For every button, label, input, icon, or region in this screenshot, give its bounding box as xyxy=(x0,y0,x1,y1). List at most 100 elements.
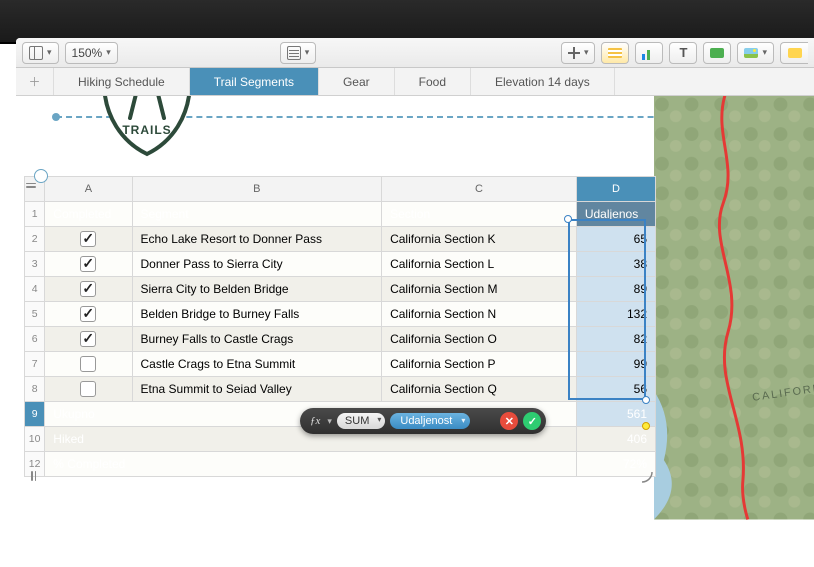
argument-chip[interactable]: Udaljenost xyxy=(390,413,470,429)
cell-section[interactable]: California Section N xyxy=(382,302,577,327)
text-button[interactable]: T xyxy=(669,42,697,64)
col-header-d[interactable]: D xyxy=(576,177,655,202)
cell-segment[interactable]: Burney Falls to Castle Crags xyxy=(132,327,382,352)
cell-section[interactable]: California Section O xyxy=(382,327,577,352)
column-header-row: A B C D xyxy=(25,177,656,202)
summary-value[interactable]: 561 xyxy=(576,402,655,427)
cell-segment[interactable]: Sierra City to Belden Bridge xyxy=(132,277,382,302)
cell-distance[interactable]: 56 xyxy=(576,377,655,402)
checkbox[interactable] xyxy=(80,306,96,322)
table-button[interactable] xyxy=(601,42,629,64)
table-row: 2 Echo Lake Resort to Donner PassCaliforn… xyxy=(25,227,656,252)
fx-icon: ƒx xyxy=(310,415,322,427)
sheet-tab-trail-segments[interactable]: Trail Segments xyxy=(190,68,319,95)
header-row: 1 Completed Segment Section Udaljenos xyxy=(25,202,656,227)
formula-editor[interactable]: ƒx▾ SUM Udaljenost ✕ ✓ xyxy=(300,408,546,434)
summary-row: 12% Completed72% xyxy=(25,452,656,477)
cell-distance[interactable]: 82 xyxy=(576,327,655,352)
row-num[interactable]: 10 xyxy=(25,427,45,452)
row-num[interactable]: 7 xyxy=(25,352,45,377)
checkbox[interactable] xyxy=(80,356,96,372)
checkbox[interactable] xyxy=(80,256,96,272)
sheet-tab-hiking-schedule[interactable]: Hiking Schedule xyxy=(54,68,190,95)
col-add-handle[interactable] xyxy=(24,178,38,192)
insert-button[interactable]: ▾ xyxy=(561,42,596,64)
cell-completed[interactable] xyxy=(45,377,132,402)
header-segment: Segment xyxy=(132,202,382,227)
cell-completed[interactable] xyxy=(45,327,132,352)
col-header-a[interactable]: A xyxy=(45,177,132,202)
row-add-handle[interactable] xyxy=(27,469,41,483)
header-section: Section xyxy=(382,202,577,227)
cell-distance[interactable]: 132 xyxy=(576,302,655,327)
cell-distance[interactable]: 89 xyxy=(576,277,655,302)
checkbox[interactable] xyxy=(80,281,96,297)
map-california: CALIFORNIA xyxy=(654,96,814,522)
cell-section[interactable]: California Section Q xyxy=(382,377,577,402)
ruler-origin-dot[interactable] xyxy=(52,113,60,121)
add-sheet-button[interactable]: ＋ xyxy=(16,68,54,95)
shape-button[interactable] xyxy=(703,42,731,64)
sheet-tab-gear[interactable]: Gear xyxy=(319,68,395,95)
table-row: 5 Belden Bridge to Burney FallsCalifornia… xyxy=(25,302,656,327)
header-distance: Udaljenos xyxy=(576,202,655,227)
cell-segment[interactable]: Belden Bridge to Burney Falls xyxy=(132,302,382,327)
cell-completed[interactable] xyxy=(45,252,132,277)
formula-accept-button[interactable]: ✓ xyxy=(523,412,541,430)
row-num[interactable]: 3 xyxy=(25,252,45,277)
toolbar: ▾ 150%▾ ▾ ▾ T ▾ xyxy=(16,38,814,68)
cell-completed[interactable] xyxy=(45,277,132,302)
row-num[interactable]: 8 xyxy=(25,377,45,402)
media-button[interactable]: ▾ xyxy=(737,42,774,64)
summary-value[interactable]: 406 xyxy=(576,427,655,452)
cell-segment[interactable]: Echo Lake Resort to Donner Pass xyxy=(132,227,382,252)
view-mode-button[interactable]: ▾ xyxy=(22,42,59,64)
svg-text:TRAILS: TRAILS xyxy=(122,123,171,137)
sheet-tab-elevation[interactable]: Elevation 14 days xyxy=(471,68,615,95)
summary-label[interactable]: % Completed xyxy=(45,452,577,477)
checkbox[interactable] xyxy=(80,231,96,247)
spreadsheet: A B C D 1 Completed Segment Section Udal… xyxy=(24,176,656,477)
col-header-c[interactable]: C xyxy=(382,177,577,202)
cell-distance[interactable]: 99 xyxy=(576,352,655,377)
row-num[interactable]: 6 xyxy=(25,327,45,352)
chart-button[interactable] xyxy=(635,42,663,64)
cell-distance[interactable]: 38 xyxy=(576,252,655,277)
cell-completed[interactable] xyxy=(45,352,132,377)
col-header-b[interactable]: B xyxy=(132,177,382,202)
table-resize-handle[interactable] xyxy=(640,470,654,484)
table-row: 6 Burney Falls to Castle CragsCalifornia … xyxy=(25,327,656,352)
row-num[interactable]: 5 xyxy=(25,302,45,327)
sheet-tab-food[interactable]: Food xyxy=(395,68,471,95)
trails-logo: TRAILS xyxy=(92,96,202,160)
row-num[interactable]: 1 xyxy=(25,202,45,227)
row-num[interactable]: 9 xyxy=(25,402,45,427)
table-row: 3 Donner Pass to Sierra CityCalifornia Se… xyxy=(25,252,656,277)
list-style-button[interactable]: ▾ xyxy=(280,42,317,64)
sheet-tabs: ＋ Hiking Schedule Trail Segments Gear Fo… xyxy=(16,68,814,96)
header-completed: Completed xyxy=(45,202,132,227)
row-num[interactable]: 4 xyxy=(25,277,45,302)
table-row: 7 Castle Crags to Etna SummitCalifornia S… xyxy=(25,352,656,377)
canvas: TRAILS CALIFORNIA xyxy=(16,96,814,567)
table-row: 4 Sierra City to Belden BridgeCalifornia … xyxy=(25,277,656,302)
zoom-value: 150% xyxy=(72,46,103,60)
function-chip[interactable]: SUM xyxy=(337,413,385,429)
cell-section[interactable]: California Section L xyxy=(382,252,577,277)
cell-section[interactable]: California Section K xyxy=(382,227,577,252)
cell-section[interactable]: California Section P xyxy=(382,352,577,377)
row-num[interactable]: 2 xyxy=(25,227,45,252)
cell-completed[interactable] xyxy=(45,227,132,252)
zoom-button[interactable]: 150%▾ xyxy=(65,42,118,64)
formula-cancel-button[interactable]: ✕ xyxy=(500,412,518,430)
cell-completed[interactable] xyxy=(45,302,132,327)
cell-segment[interactable]: Donner Pass to Sierra City xyxy=(132,252,382,277)
checkbox[interactable] xyxy=(80,381,96,397)
cell-segment[interactable]: Etna Summit to Seiad Valley xyxy=(132,377,382,402)
cell-section[interactable]: California Section M xyxy=(382,277,577,302)
cell-distance[interactable]: 65 xyxy=(576,227,655,252)
comment-button[interactable] xyxy=(780,42,808,64)
checkbox[interactable] xyxy=(80,331,96,347)
cell-segment[interactable]: Castle Crags to Etna Summit xyxy=(132,352,382,377)
table-row: 8 Etna Summit to Seiad ValleyCalifornia S… xyxy=(25,377,656,402)
